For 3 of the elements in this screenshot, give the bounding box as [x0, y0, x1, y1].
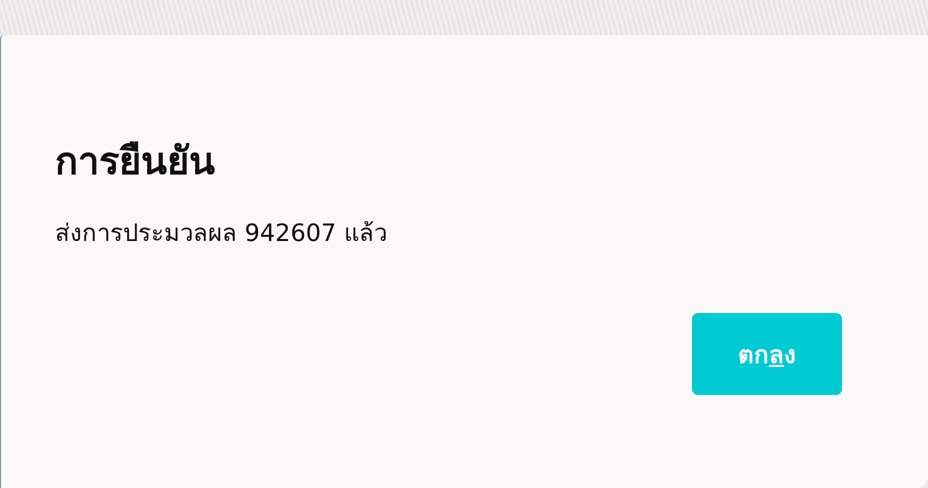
ok-button[interactable]: ตกลง	[692, 313, 842, 395]
dialog-title: การยืนยัน	[55, 138, 216, 185]
dialog-message: ส่งการประมวลผล 942607 แล้ว	[55, 218, 388, 249]
